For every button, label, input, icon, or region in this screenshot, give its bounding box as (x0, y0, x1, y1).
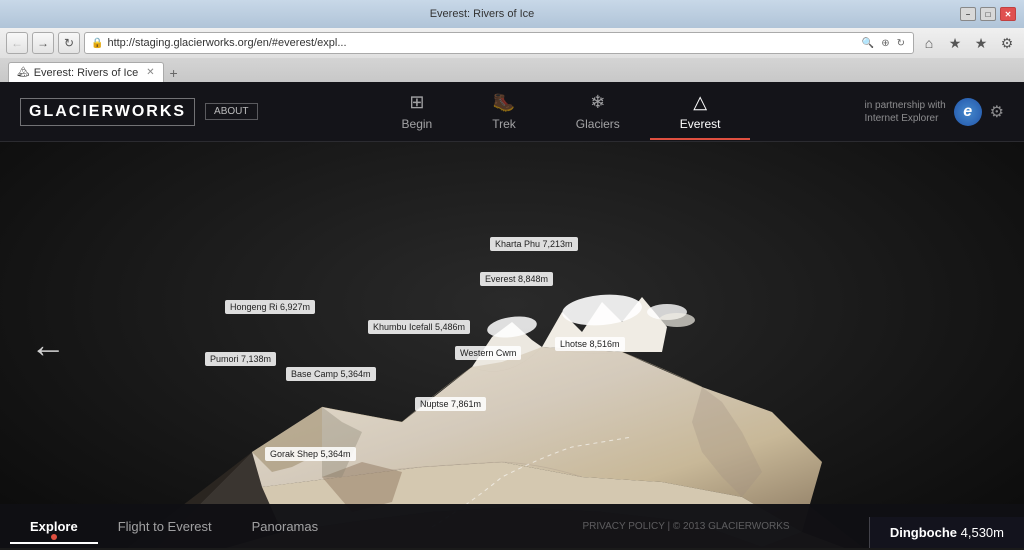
tab-favicon: 🏔 (17, 67, 30, 78)
forward-button[interactable]: → (32, 32, 54, 54)
active-tab[interactable]: 🏔 Everest: Rivers of Ice ✕ (8, 62, 164, 82)
tab-panoramas[interactable]: Panoramas (232, 509, 338, 544)
close-button[interactable]: ✕ (1000, 7, 1016, 21)
everest-icon: △ (693, 92, 707, 113)
partner-text: in partnership withInternet Explorer (865, 99, 946, 125)
tab-close-button[interactable]: ✕ (146, 67, 154, 78)
back-button[interactable]: ← (6, 32, 28, 54)
nav-item-everest[interactable]: △ Everest (650, 84, 751, 139)
app-logo: GLACIERWORKS (20, 98, 195, 126)
address-text: http://staging.glacierworks.org/en/#ever… (107, 37, 855, 49)
browser-chrome: Everest: Rivers of Ice − □ ✕ ← → ↻ 🔒 htt… (0, 0, 1024, 82)
compat-icon[interactable]: ⊕ (879, 38, 891, 49)
bottom-bar: Explore Flight to Everest Panoramas PRIV… (0, 504, 1024, 548)
tab-flight-to-everest[interactable]: Flight to Everest (98, 509, 232, 544)
location-badge: Dingboche 4,530m (869, 517, 1024, 548)
lock-icon: 🔒 (91, 38, 103, 49)
address-actions: 🔍 ⊕ ↻ (860, 38, 907, 49)
refresh-button[interactable]: ↻ (58, 32, 80, 54)
nav-label-trek: Trek (492, 117, 516, 131)
app-container: GLACIERWORKS ABOUT ⊞ Begin 🥾 Trek ❄ Glac… (0, 82, 1024, 548)
terrain-container: Kharta Phu 7,213m Everest 8,848m Hongeng… (0, 142, 1024, 548)
nav-bar: ← → ↻ 🔒 http://staging.glacierworks.org/… (0, 28, 1024, 58)
ie-logo: e (954, 98, 982, 126)
back-arrow-button[interactable]: ← (30, 324, 66, 366)
app-header: GLACIERWORKS ABOUT ⊞ Begin 🥾 Trek ❄ Glac… (0, 82, 1024, 142)
tools-button[interactable]: ⚙ (996, 32, 1018, 54)
minimize-button[interactable]: − (960, 7, 976, 21)
search-icon[interactable]: 🔍 (860, 38, 876, 49)
tab-explore[interactable]: Explore (10, 509, 98, 544)
terrain-svg (122, 192, 902, 548)
nav-label-glaciers: Glaciers (576, 117, 620, 131)
tab-bar: 🏔 Everest: Rivers of Ice ✕ + (0, 58, 1024, 82)
nav-item-begin[interactable]: ⊞ Begin (372, 84, 463, 139)
tools-icon[interactable]: ⚙ (990, 102, 1004, 122)
home-button[interactable]: ⌂ (918, 32, 940, 54)
location-elevation: 4,530m (961, 525, 1004, 540)
footer-text: PRIVACY POLICY | © 2013 GLACIERWORKS (583, 521, 790, 532)
nav-label-begin: Begin (402, 117, 433, 131)
title-bar: Everest: Rivers of Ice − □ ✕ (0, 0, 1024, 28)
glaciers-icon: ❄ (590, 92, 605, 113)
nav-item-glaciers[interactable]: ❄ Glaciers (546, 84, 650, 139)
maximize-button[interactable]: □ (980, 7, 996, 21)
trek-icon: 🥾 (493, 92, 515, 113)
partner-section: in partnership withInternet Explorer e ⚙ (865, 98, 1005, 126)
address-bar[interactable]: 🔒 http://staging.glacierworks.org/en/#ev… (84, 32, 914, 54)
star-button[interactable]: ★ (970, 32, 992, 54)
location-name: Dingboche (890, 525, 957, 540)
window-title: Everest: Rivers of Ice (8, 8, 956, 20)
bottom-tabs: Explore Flight to Everest Panoramas (0, 509, 348, 544)
nav-label-everest: Everest (680, 117, 721, 131)
begin-icon: ⊞ (409, 92, 424, 113)
explore-indicator (51, 534, 57, 540)
favorites-button[interactable]: ★ (944, 32, 966, 54)
nav-item-trek[interactable]: 🥾 Trek (462, 84, 546, 139)
tab-label: Everest: Rivers of Ice (34, 67, 139, 79)
about-button[interactable]: ABOUT (205, 103, 257, 120)
refresh-addr-icon[interactable]: ↻ (895, 38, 907, 49)
new-tab-button[interactable]: + (164, 64, 184, 82)
main-nav: ⊞ Begin 🥾 Trek ❄ Glaciers △ Everest (258, 84, 865, 139)
